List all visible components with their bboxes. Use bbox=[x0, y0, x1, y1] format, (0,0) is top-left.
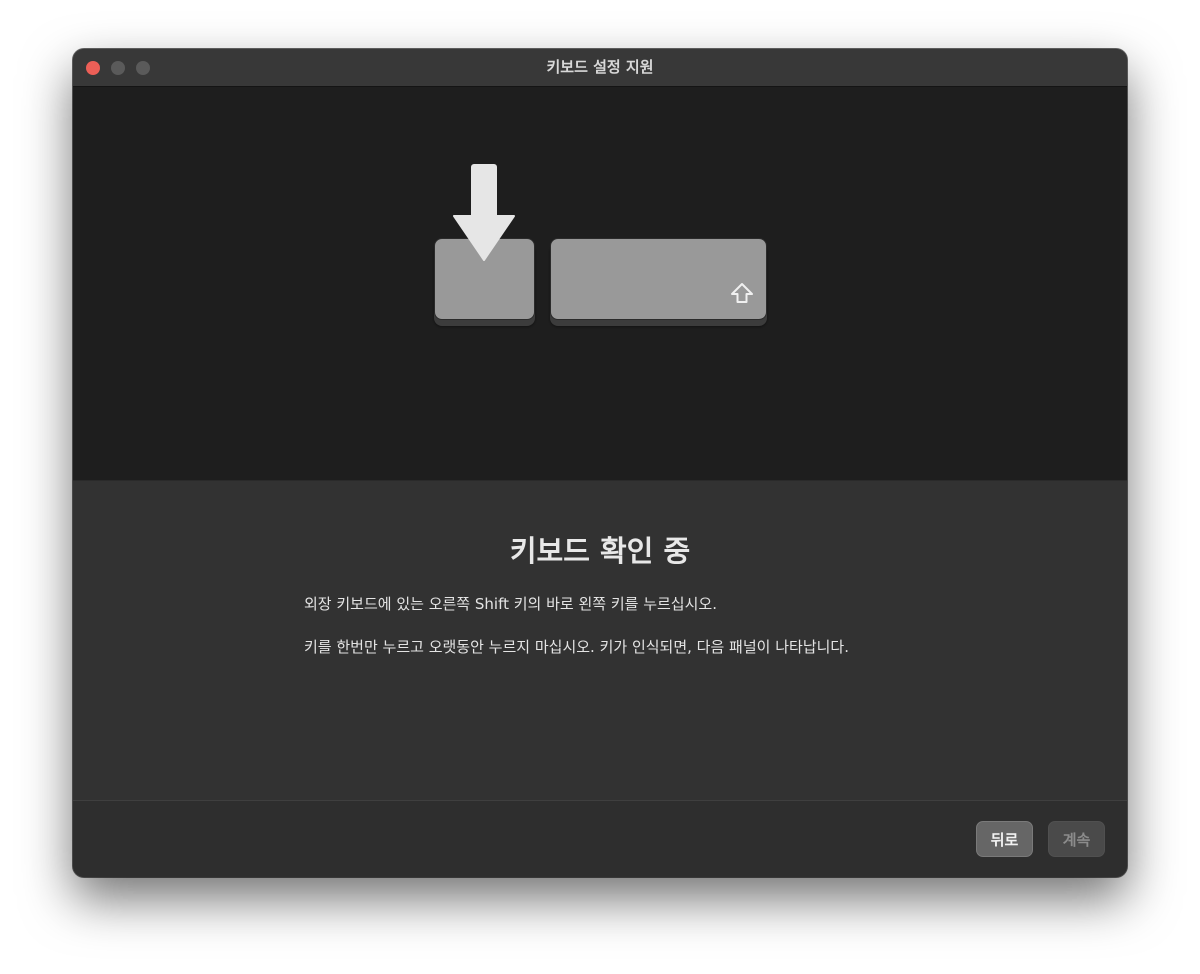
keyboard-illustration bbox=[73, 87, 1127, 481]
instruction-text-1: 외장 키보드에 있는 오른쪽 Shift 키의 바로 왼쪽 키를 누르십시오. bbox=[304, 595, 717, 613]
keyboard-setup-window: 키보드 설정 지원 키보드 확인 중 외장 키보드에 있는 오른쪽 Shift … bbox=[73, 49, 1127, 877]
shift-icon bbox=[731, 283, 753, 303]
back-button[interactable]: 뒤로 bbox=[976, 821, 1033, 857]
shift-key bbox=[550, 238, 767, 320]
window-title: 키보드 설정 지원 bbox=[546, 58, 654, 76]
button-bar: 뒤로 계속 bbox=[73, 800, 1127, 877]
instructions-panel: 키보드 확인 중 외장 키보드에 있는 오른쪽 Shift 키의 바로 왼쪽 키… bbox=[73, 481, 1127, 799]
down-arrow-icon bbox=[453, 164, 515, 261]
continue-button[interactable]: 계속 bbox=[1048, 821, 1105, 857]
title-bar: 키보드 설정 지원 bbox=[73, 49, 1127, 87]
page-title: 키보드 확인 중 bbox=[509, 534, 691, 568]
instruction-text-2: 키를 한번만 누르고 오랫동안 누르지 마십시오. 키가 인식되면, 다음 패널… bbox=[304, 638, 849, 656]
